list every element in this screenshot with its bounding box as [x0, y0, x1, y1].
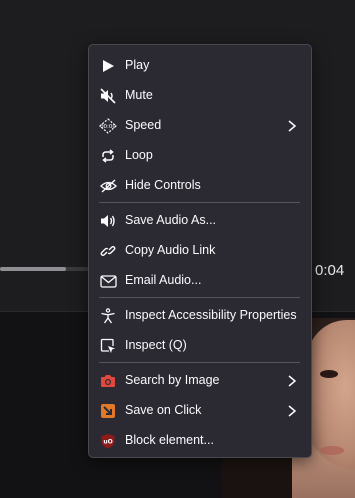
menu-item-label: Email Audio...	[125, 273, 202, 287]
svg-text:00:00: 00:00	[100, 124, 116, 130]
menu-item-label: Hide Controls	[125, 178, 201, 192]
menu-separator	[99, 202, 300, 203]
menu-item-play[interactable]: Play	[93, 52, 307, 80]
time-display: 0:04	[315, 262, 345, 279]
mute-icon	[99, 87, 117, 105]
menu-item-email-audio[interactable]: Email Audio...	[93, 267, 307, 295]
menu-item-save-audio[interactable]: Save Audio As...	[93, 207, 307, 235]
email-icon	[99, 272, 117, 290]
menu-item-label: Inspect Accessibility Properties	[125, 308, 297, 322]
audio-progress-fill	[0, 267, 66, 271]
loop-icon	[99, 147, 117, 165]
chevron-right-icon	[285, 373, 299, 389]
menu-separator	[99, 362, 300, 363]
menu-item-label: Save on Click	[125, 403, 202, 417]
menu-item-hide-controls[interactable]: Hide Controls	[93, 172, 307, 200]
menu-item-label: Mute	[125, 88, 153, 102]
menu-item-label: Copy Audio Link	[125, 243, 216, 257]
menu-item-copy-audio-link[interactable]: Copy Audio Link	[93, 237, 307, 265]
speaker-icon	[99, 212, 117, 230]
save-on-click-icon	[99, 402, 117, 420]
menu-item-loop[interactable]: Loop	[93, 142, 307, 170]
menu-item-mute[interactable]: Mute	[93, 82, 307, 110]
menu-item-block-element[interactable]: uO Block element...	[93, 427, 307, 455]
chevron-right-icon	[285, 118, 299, 134]
menu-item-label: Speed	[125, 118, 162, 132]
menu-item-inspect-accessibility[interactable]: Inspect Accessibility Properties	[93, 302, 307, 330]
menu-item-speed[interactable]: 00:00 Speed	[93, 112, 307, 140]
chevron-right-icon	[285, 403, 299, 419]
menu-item-save-on-click[interactable]: Save on Click	[93, 397, 307, 425]
svg-text:uO: uO	[103, 439, 112, 446]
menu-item-label: Loop	[125, 148, 153, 162]
menu-item-label: Save Audio As...	[125, 213, 217, 227]
camera-icon	[99, 372, 117, 390]
inspect-icon	[99, 337, 117, 355]
link-icon	[99, 242, 117, 260]
menu-item-label: Play	[125, 58, 150, 72]
context-menu: Play Mute 00:00 Speed Loop Hide Controls…	[88, 44, 312, 458]
accessibility-icon	[99, 307, 117, 325]
menu-item-search-by-image[interactable]: Search by Image	[93, 367, 307, 395]
menu-item-inspect[interactable]: Inspect (Q)	[93, 332, 307, 360]
ublock-icon: uO	[99, 432, 117, 450]
menu-separator	[99, 297, 300, 298]
speed-icon: 00:00	[99, 117, 117, 135]
hide-controls-icon	[99, 177, 117, 195]
menu-item-label: Block element...	[125, 433, 214, 447]
play-icon	[99, 57, 117, 75]
audio-progress-bar[interactable]	[0, 267, 95, 271]
menu-item-label: Search by Image	[125, 373, 220, 387]
menu-item-label: Inspect (Q)	[125, 338, 187, 352]
